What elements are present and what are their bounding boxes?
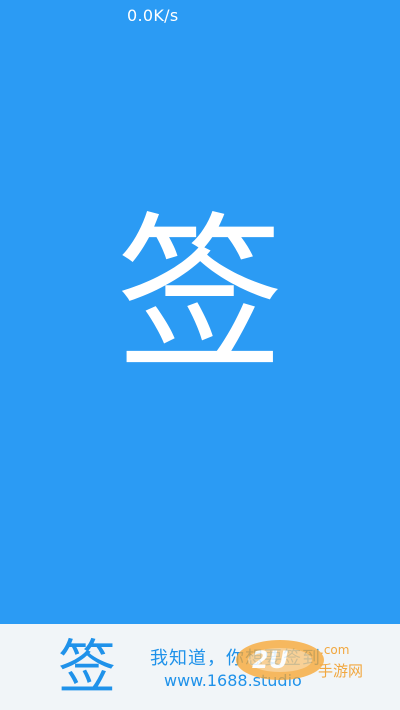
app-logo-small: 签	[57, 633, 116, 701]
splash-screen: 0.0K/s 签 签 我知道，你想要签到 www.1688.studio 2U …	[0, 0, 400, 710]
network-speed: 0.0K/s	[127, 6, 179, 25]
watermark-text: 2U	[252, 646, 288, 674]
watermark-domain: .com	[320, 643, 349, 657]
status-bar: 0.0K/s	[0, 0, 400, 34]
watermark-logo: 2U .com 手游网	[236, 640, 363, 680]
watermark-suffix: 手游网	[318, 662, 363, 680]
splash-footer: 签 我知道，你想要签到 www.1688.studio 2U .com 手游网	[0, 624, 400, 710]
app-logo-large: 签	[116, 197, 284, 393]
